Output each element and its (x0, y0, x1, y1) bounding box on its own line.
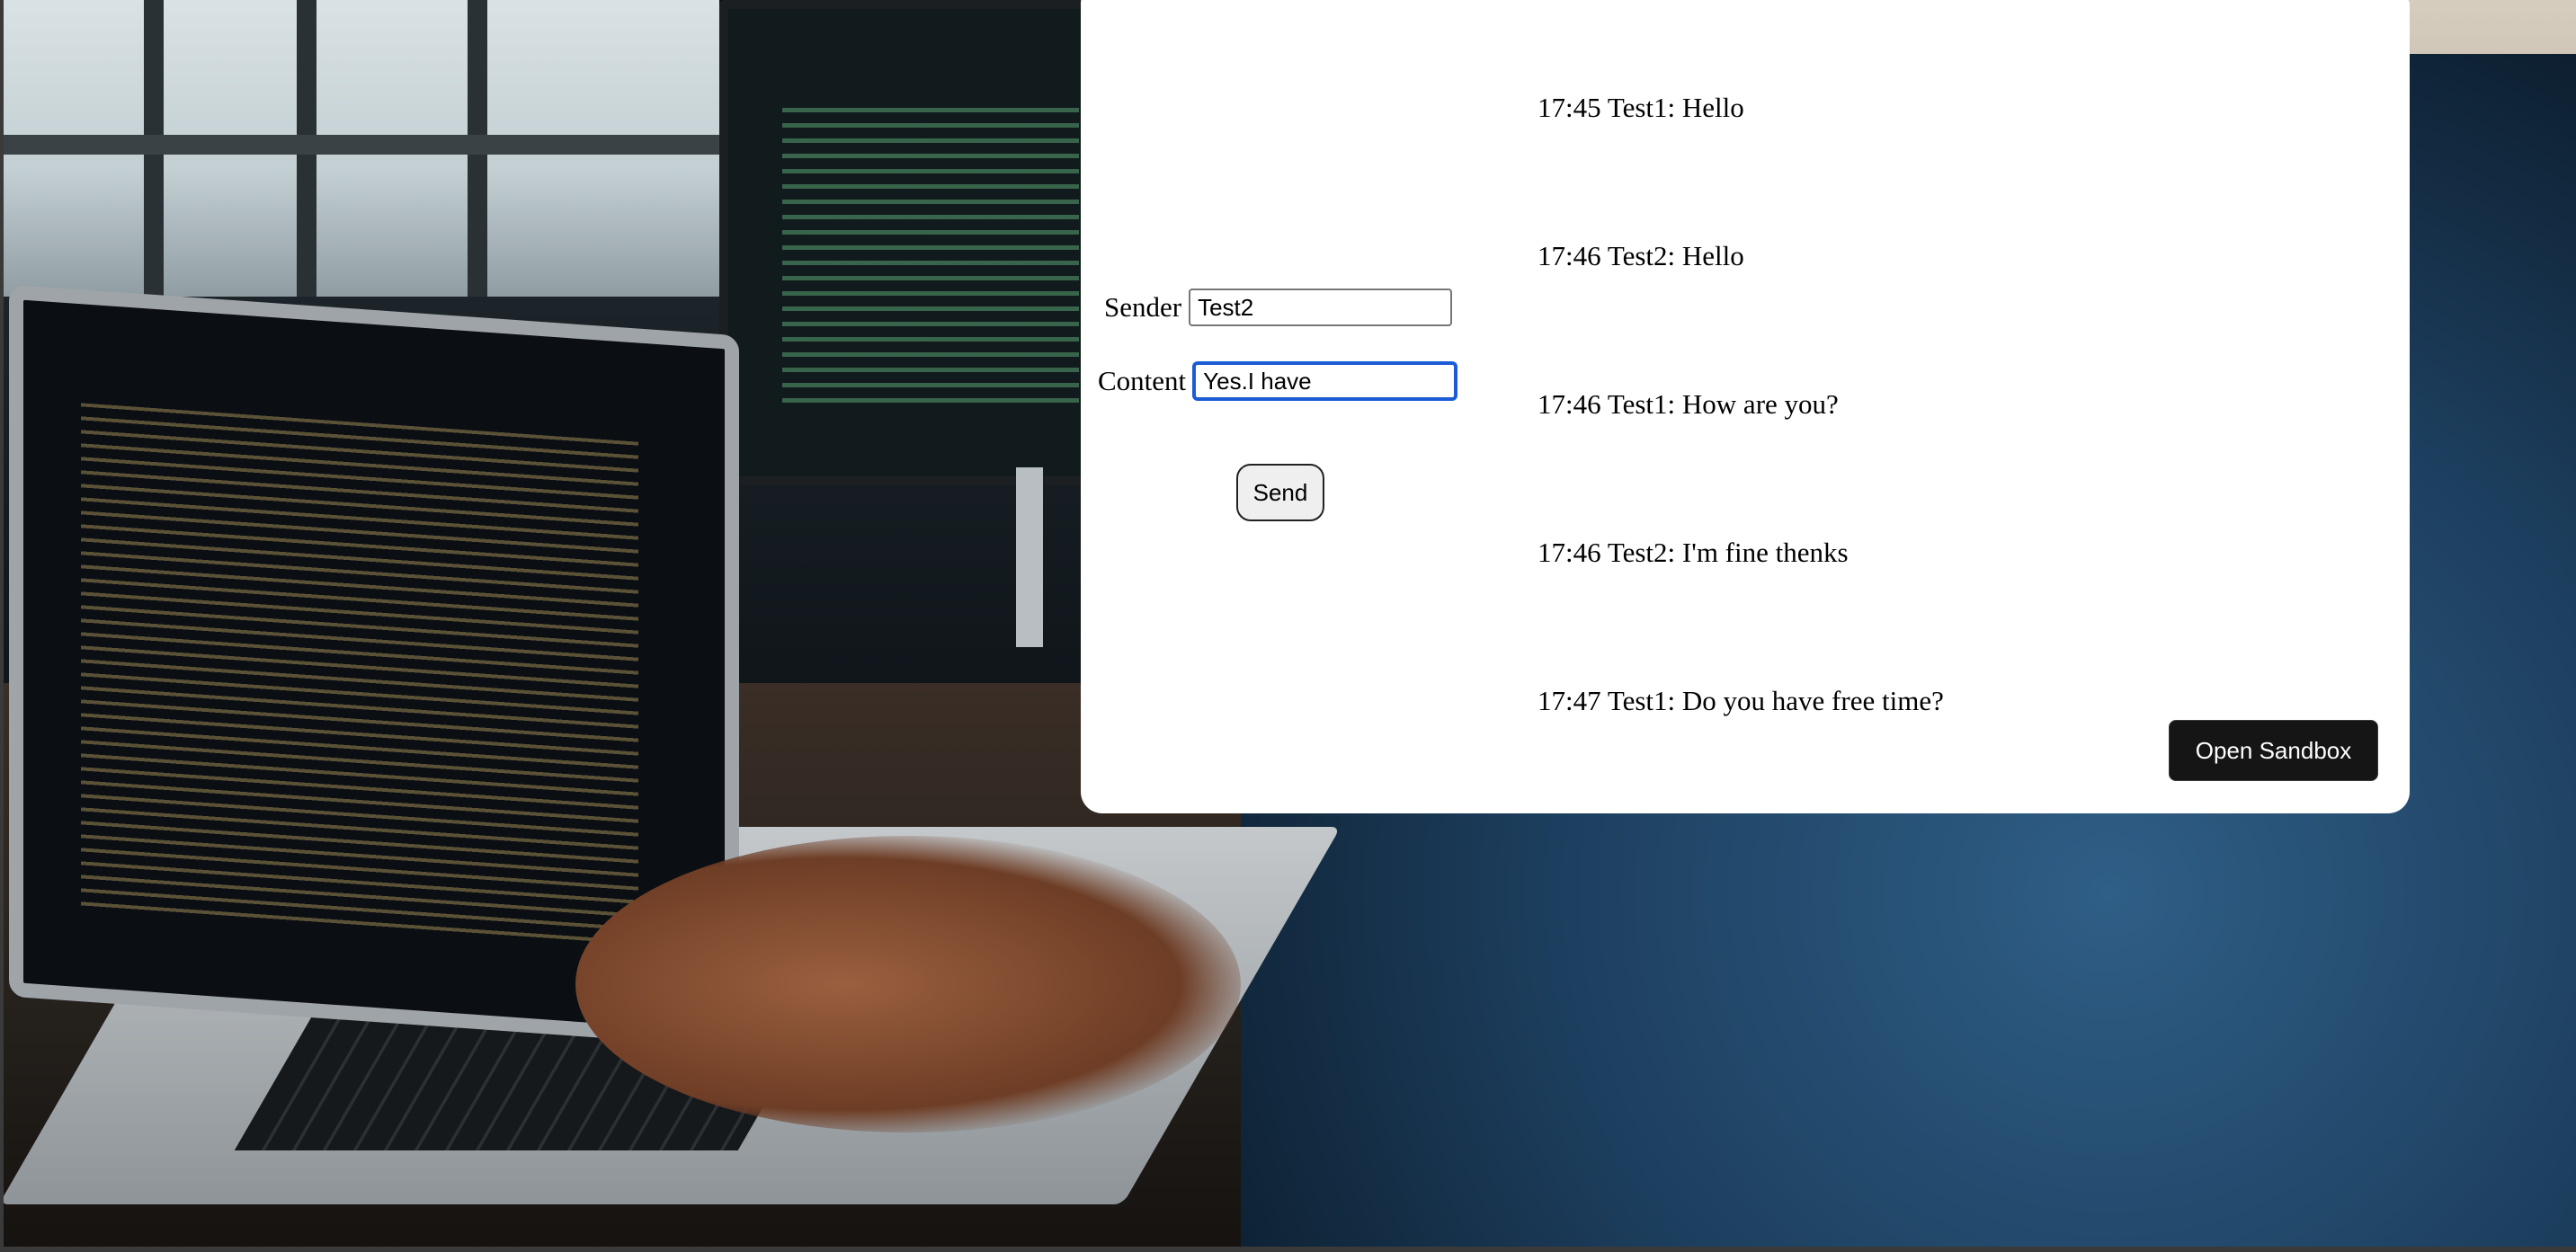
sender-label: Sender (1104, 291, 1182, 323)
message-text: How are you? (1681, 388, 1839, 420)
message-time: 17:47 (1538, 685, 1601, 716)
message-text: Hello (1681, 240, 1744, 271)
message-text: Hello (1681, 92, 1744, 123)
message-list: 17:45 Test1: Hello 17:46 Test2: Hello 17:46 T… (1538, 92, 1944, 833)
send-button[interactable]: Send (1236, 464, 1324, 521)
window-edge (0, 1247, 2576, 1252)
content-field-row: Content (1098, 362, 1457, 400)
bg-hand (575, 836, 1241, 1132)
message-time: 17:45 (1538, 92, 1601, 123)
message-time: 17:46 (1538, 537, 1601, 568)
window-edge (0, 0, 4, 1252)
message-item: 17:46 Test1: How are you? (1538, 388, 1944, 537)
message-form: Sender Content Send (1081, 0, 1494, 813)
sender-field-row: Sender (1104, 289, 1453, 326)
bg-monitor-stand (1016, 467, 1043, 647)
message-item: 17:46 Test2: I'm fine thenks (1538, 537, 1944, 685)
message-text: I'm fine thenks (1681, 537, 1849, 568)
page: Sender Content Send 17:45Test1:Hello 17:… (0, 0, 2576, 1252)
sender-input[interactable] (1189, 289, 1453, 326)
message-sender: Test2: (1607, 537, 1676, 568)
content-label: Content (1098, 365, 1187, 396)
open-sandbox-button[interactable]: Open Sandbox (2169, 720, 2378, 781)
message-sender: Test1: (1607, 92, 1676, 123)
message-sender: Test1: (1607, 388, 1676, 420)
message-text: Do you have free time? (1681, 685, 1944, 716)
message-sender: Test1: (1607, 685, 1676, 716)
content-input[interactable] (1193, 362, 1457, 400)
message-item: 17:46 Test2: Hello (1538, 240, 1944, 388)
message-sender: Test2: (1607, 240, 1676, 271)
message-time: 17:46 (1538, 388, 1601, 420)
chat-card: Sender Content Send 17:45Test1:Hello 17:… (1081, 0, 2410, 813)
bg-laptop-code (81, 403, 638, 946)
bg-monitor-code (782, 108, 1079, 413)
message-item: 17:47 Test1: Do you have free time? (1538, 685, 1944, 833)
message-item: 17:45 Test1: Hello (1538, 92, 1944, 240)
message-time: 17:46 (1538, 240, 1601, 271)
bg-window-sill (0, 135, 719, 155)
